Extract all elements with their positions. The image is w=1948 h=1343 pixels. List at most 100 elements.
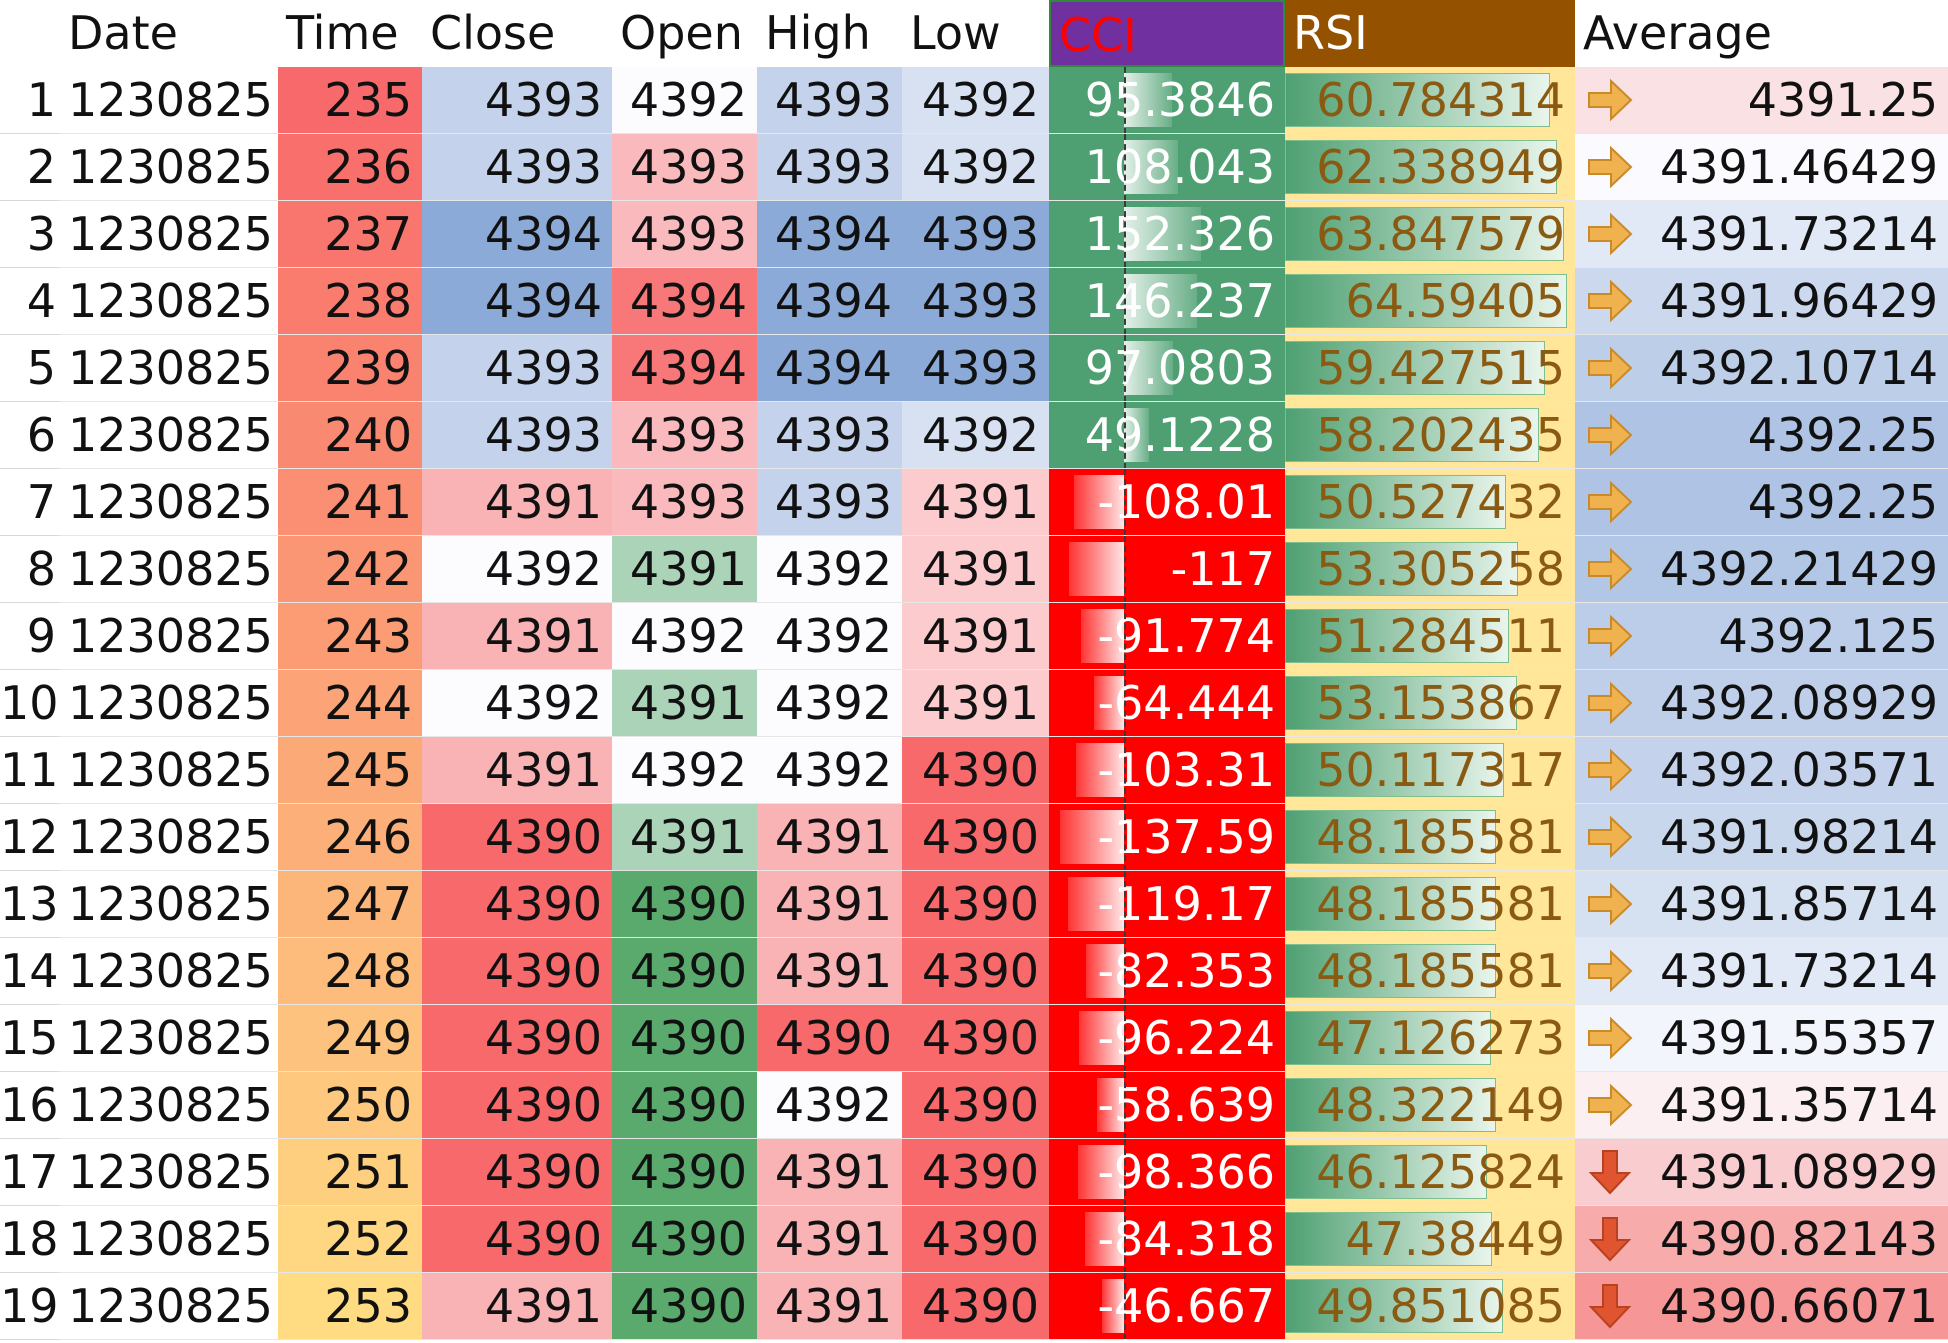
low-cell[interactable]: 4390 [902,1005,1049,1072]
row-number[interactable]: 5 [0,335,60,402]
low-cell[interactable]: 4390 [902,737,1049,804]
close-cell[interactable]: 4392 [422,670,612,737]
low-cell[interactable]: 4390 [902,871,1049,938]
close-cell[interactable]: 4390 [422,1206,612,1273]
header-close[interactable]: Close [422,0,612,67]
high-cell[interactable]: 4390 [757,1005,902,1072]
close-cell[interactable]: 4393 [422,67,612,134]
open-cell[interactable]: 4393 [612,134,757,201]
average-cell[interactable]: 4391.55357 [1575,1005,1948,1072]
date-cell[interactable]: 1230825 [60,67,278,134]
time-cell[interactable]: 243 [278,603,422,670]
date-cell[interactable]: 1230825 [60,536,278,603]
low-cell[interactable]: 4392 [902,402,1049,469]
rsi-cell[interactable]: 46.125824 [1285,1139,1575,1206]
high-cell[interactable]: 4393 [757,67,902,134]
rsi-cell[interactable]: 48.185581 [1285,804,1575,871]
header-open[interactable]: Open [612,0,757,67]
header-date[interactable]: Date [60,0,278,67]
low-cell[interactable]: 4390 [902,1273,1049,1340]
low-cell[interactable]: 4392 [902,67,1049,134]
date-cell[interactable]: 1230825 [60,804,278,871]
rsi-cell[interactable]: 64.59405 [1285,268,1575,335]
rsi-cell[interactable]: 59.427515 [1285,335,1575,402]
cci-cell[interactable]: -137.59 [1049,804,1285,871]
time-cell[interactable]: 238 [278,268,422,335]
header-corner[interactable] [0,0,60,67]
time-cell[interactable]: 247 [278,871,422,938]
average-cell[interactable]: 4391.73214 [1575,938,1948,1005]
row-number[interactable]: 12 [0,804,60,871]
row-number[interactable]: 6 [0,402,60,469]
close-cell[interactable]: 4390 [422,938,612,1005]
high-cell[interactable]: 4393 [757,134,902,201]
rsi-cell[interactable]: 62.338949 [1285,134,1575,201]
high-cell[interactable]: 4391 [757,1206,902,1273]
open-cell[interactable]: 4394 [612,335,757,402]
low-cell[interactable]: 4393 [902,201,1049,268]
average-cell[interactable]: 4391.46429 [1575,134,1948,201]
row-number[interactable]: 8 [0,536,60,603]
high-cell[interactable]: 4391 [757,871,902,938]
row-number[interactable]: 2 [0,134,60,201]
average-cell[interactable]: 4391.96429 [1575,268,1948,335]
close-cell[interactable]: 4390 [422,804,612,871]
average-cell[interactable]: 4392.08929 [1575,670,1948,737]
high-cell[interactable]: 4392 [757,536,902,603]
date-cell[interactable]: 1230825 [60,670,278,737]
row-number[interactable]: 3 [0,201,60,268]
average-cell[interactable]: 4392.125 [1575,603,1948,670]
open-cell[interactable]: 4390 [612,1072,757,1139]
cci-cell[interactable]: -91.774 [1049,603,1285,670]
average-cell[interactable]: 4390.82143 [1575,1206,1948,1273]
open-cell[interactable]: 4391 [612,536,757,603]
high-cell[interactable]: 4392 [757,1072,902,1139]
time-cell[interactable]: 252 [278,1206,422,1273]
open-cell[interactable]: 4390 [612,1005,757,1072]
row-number[interactable]: 18 [0,1206,60,1273]
close-cell[interactable]: 4391 [422,1273,612,1340]
row-number[interactable]: 7 [0,469,60,536]
row-number[interactable]: 4 [0,268,60,335]
average-cell[interactable]: 4391.85714 [1575,871,1948,938]
open-cell[interactable]: 4394 [612,268,757,335]
row-number[interactable]: 15 [0,1005,60,1072]
row-number[interactable]: 1 [0,67,60,134]
cci-cell[interactable]: -119.17 [1049,871,1285,938]
low-cell[interactable]: 4390 [902,1139,1049,1206]
close-cell[interactable]: 4394 [422,268,612,335]
rsi-cell[interactable]: 60.784314 [1285,67,1575,134]
low-cell[interactable]: 4393 [902,335,1049,402]
time-cell[interactable]: 236 [278,134,422,201]
rsi-cell[interactable]: 49.851085 [1285,1273,1575,1340]
cci-cell[interactable]: -84.318 [1049,1206,1285,1273]
row-number[interactable]: 9 [0,603,60,670]
low-cell[interactable]: 4391 [902,536,1049,603]
date-cell[interactable]: 1230825 [60,871,278,938]
date-cell[interactable]: 1230825 [60,402,278,469]
close-cell[interactable]: 4390 [422,871,612,938]
high-cell[interactable]: 4392 [757,737,902,804]
row-number[interactable]: 13 [0,871,60,938]
date-cell[interactable]: 1230825 [60,737,278,804]
header-time[interactable]: Time [278,0,422,67]
date-cell[interactable]: 1230825 [60,268,278,335]
close-cell[interactable]: 4394 [422,201,612,268]
time-cell[interactable]: 241 [278,469,422,536]
average-cell[interactable]: 4391.08929 [1575,1139,1948,1206]
time-cell[interactable]: 242 [278,536,422,603]
row-number[interactable]: 11 [0,737,60,804]
cci-cell[interactable]: -103.31 [1049,737,1285,804]
time-cell[interactable]: 240 [278,402,422,469]
time-cell[interactable]: 248 [278,938,422,1005]
high-cell[interactable]: 4391 [757,804,902,871]
average-cell[interactable]: 4391.73214 [1575,201,1948,268]
time-cell[interactable]: 235 [278,67,422,134]
open-cell[interactable]: 4390 [612,1206,757,1273]
open-cell[interactable]: 4393 [612,201,757,268]
rsi-cell[interactable]: 58.202435 [1285,402,1575,469]
rsi-cell[interactable]: 50.117317 [1285,737,1575,804]
header-cci[interactable]: CCI [1049,0,1285,67]
cci-cell[interactable]: 97.0803 [1049,335,1285,402]
average-cell[interactable]: 4391.98214 [1575,804,1948,871]
